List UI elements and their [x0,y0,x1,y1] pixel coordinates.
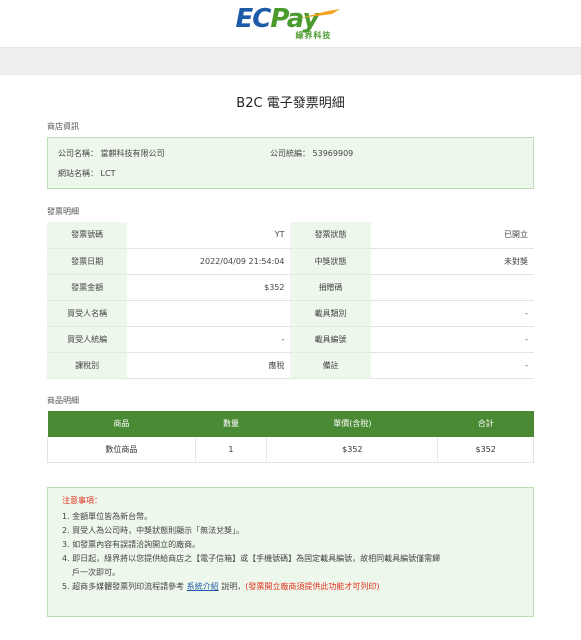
note-item: 2. 買受人為公司時，中獎狀態則顯示「無法兌獎」。 [62,526,245,535]
company-name: 公司名稱： 當麒科技有限公司 [58,149,165,158]
logo-ec-text: EC [235,3,272,34]
nav-band [0,48,581,75]
col-header-product: 商品 [47,410,196,437]
invoice-field-label: 買受人統編 [47,326,128,353]
note-item: 3. 如發票內容有誤請洽詢開立的廠商。 [62,540,201,549]
invoice-field-value: - [370,326,534,353]
product-name: 數位商品 [47,436,196,463]
note-5-warning: (發票開立廠商須提供此功能才可列印) [245,582,380,591]
invoice-field-value: 2022/04/09 21:54:04 [127,248,291,275]
notes-panel: 注意事項： 1. 金額單位皆為新台幣。 2. 買受人為公司時，中獎狀態則顯示「無… [47,487,534,617]
product-table: 商品 數量 單價(含稅) 合計 數位商品 1 $352 $352 [47,410,534,463]
note-item: 5. 超商多媒體發票列印流程請參考 系統介紹 說明，(發票開立廠商須提供此功能才… [62,580,521,594]
note-item: 1. 金額單位皆為新台幣。 [62,512,153,521]
product-total: $352 [437,436,534,463]
invoice-field-label: 捐贈碼 [290,274,371,301]
invoice-field-value: - [370,352,534,379]
table-row: 發票號碼 YT 發票狀態 已開立 [47,222,534,249]
col-header-total: 合計 [437,410,534,437]
logo-subtitle: 綠界科技 [295,30,332,40]
system-intro-link[interactable]: 系統介紹 [187,582,219,591]
invoice-field-label: 發票金額 [47,274,128,301]
invoice-field-value [127,300,291,327]
note-5-mid: 說明， [218,582,246,591]
table-row: 買受人名稱 載具類別 - [47,300,534,327]
invoice-field-label: 中獎狀態 [290,248,371,275]
invoice-field-value: YT [127,222,291,249]
table-row: 課稅別 應稅 備註 - [47,352,534,379]
invoice-field-label: 發票號碼 [47,222,128,249]
note-5-prefix: 5. 超商多媒體發票列印流程請參考 [62,582,187,591]
invoice-field-label: 載具類別 [290,300,371,327]
col-header-unit-price: 單價(含稅) [266,410,438,437]
invoice-field-value: - [370,300,534,327]
table-row: 數位商品 1 $352 $352 [47,436,534,463]
company-taxid: 公司統編： 53969909 [270,149,354,158]
invoice-section-label: 發票明細 [47,207,79,216]
invoice-field-value: 未對獎 [370,248,534,275]
invoice-field-label: 發票狀態 [290,222,371,249]
logo-swoosh-icon [299,8,340,18]
invoice-field-label: 買受人名稱 [47,300,128,327]
site-header: EC Pay 綠界科技 [0,0,581,48]
invoice-field-value: $352 [127,274,291,301]
site-name: 網站名稱： LCT [58,169,116,178]
table-row: 買受人統編 - 載具編號 - [47,326,534,353]
invoice-field-label: 課稅別 [47,352,128,379]
invoice-field-value [370,274,534,301]
note-item: 4. 即日起，綠界將以您提供給商店之【電子信箱】或【手機號碼】為固定載具編號，故… [62,554,441,563]
invoice-field-value: - [127,326,291,353]
note-item-continued: 戶一次即可。 [72,568,120,577]
page-title: B2C 電子發票明細 [236,96,345,111]
invoice-field-label: 發票日期 [47,248,128,275]
table-row: 發票金額 $352 捐贈碼 [47,274,534,301]
invoice-field-value: 已開立 [370,222,534,249]
invoice-detail-table: 發票號碼 YT 發票狀態 已開立 發票日期 2022/04/09 21:54:04 中獎狀態… [47,222,534,379]
invoice-field-label: 備註 [290,352,371,379]
shop-section-label: 商店資訊 [47,122,79,131]
product-unit-price: $352 [266,436,438,463]
notes-title: 注意事項： [62,496,102,505]
product-section-label: 商品明細 [47,395,79,405]
col-header-quantity: 數量 [195,410,267,437]
product-quantity: 1 [194,436,267,463]
shop-info-panel: 公司名稱： 當麒科技有限公司 公司統編： 53969909 網站名稱： LCT [47,137,534,189]
invoice-field-label: 載具編號 [290,326,371,353]
table-row: 發票日期 2022/04/09 21:54:04 中獎狀態 未對獎 [47,248,534,275]
invoice-field-value: 應稅 [127,352,291,379]
ecpay-logo[interactable]: EC Pay 綠界科技 [236,4,346,44]
